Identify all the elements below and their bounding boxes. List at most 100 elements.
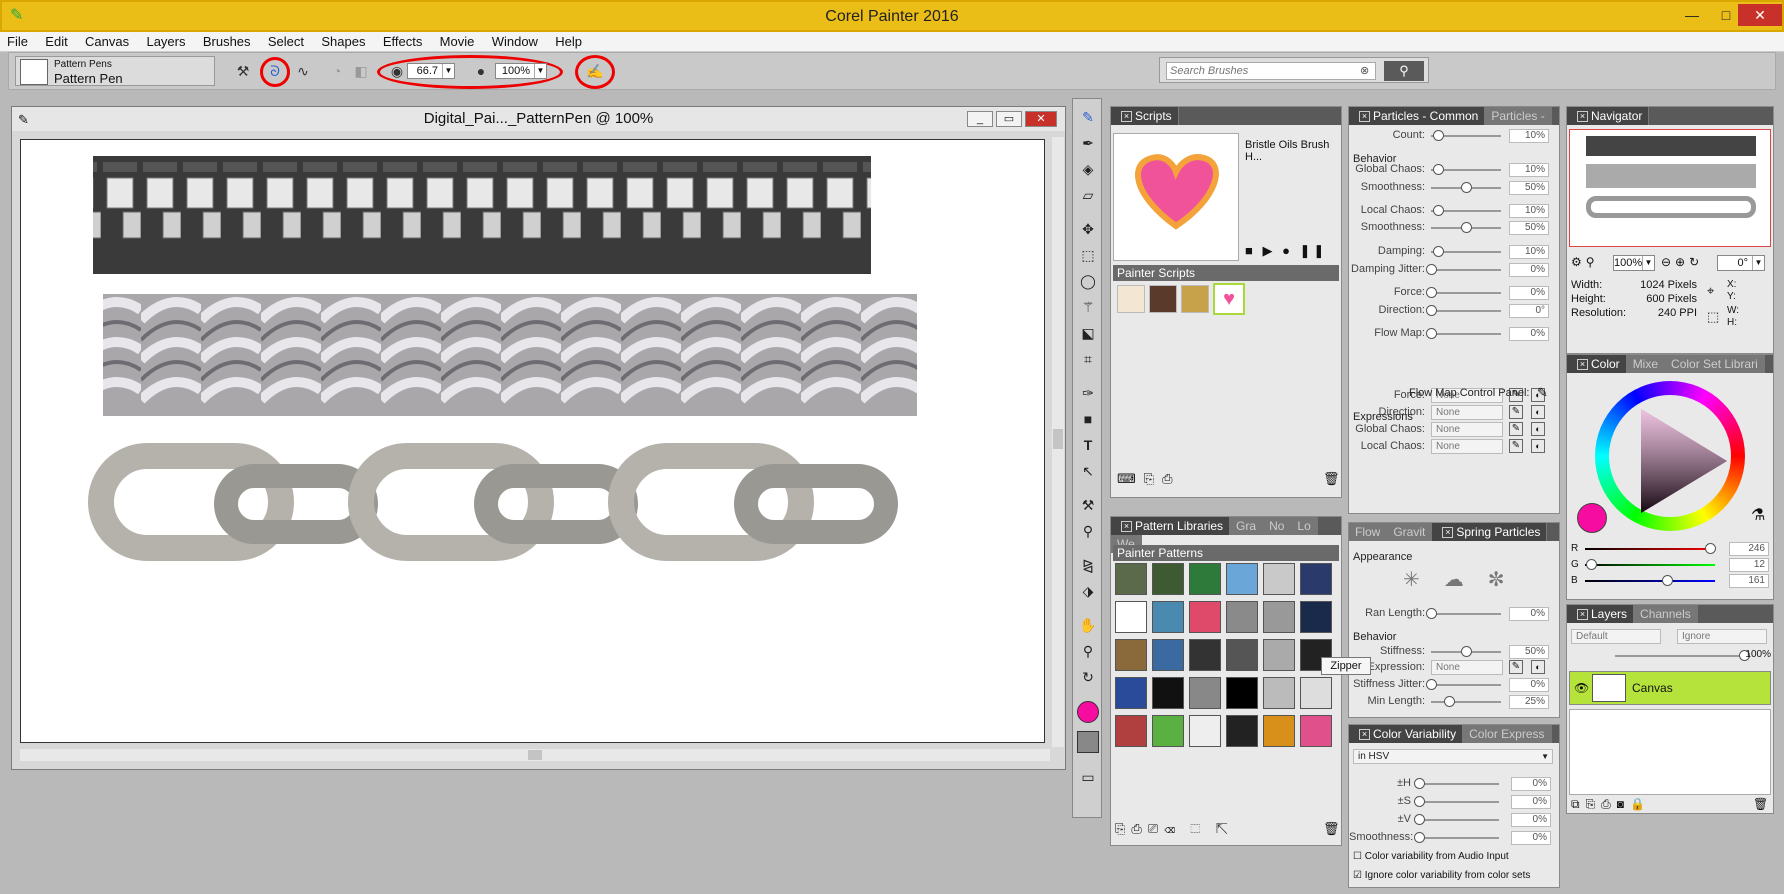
smoothness2-knob[interactable] (1461, 222, 1472, 233)
navigator-preview[interactable] (1569, 129, 1771, 247)
tab-color-variability[interactable]: Color Variability (1373, 727, 1456, 741)
menu-layers[interactable]: Layers (139, 32, 192, 49)
close-icon[interactable]: × (1359, 111, 1370, 123)
layer-adjuster-icon[interactable]: ✥ (1078, 219, 1098, 239)
pattern-swatch[interactable] (1115, 715, 1147, 747)
appearance-icons[interactable]: ✳☁✼ (1403, 567, 1529, 592)
chevron-down-icon[interactable]: ▼ (442, 64, 454, 78)
screen-mode-icon[interactable]: ▭ (1078, 767, 1098, 787)
damping-jitter-value[interactable]: 0% (1509, 263, 1549, 277)
g-value[interactable]: 12 (1729, 558, 1769, 572)
r-value[interactable]: 246 (1729, 542, 1769, 556)
damping-jitter-knob[interactable] (1426, 264, 1437, 275)
close-icon[interactable]: × (1577, 111, 1588, 123)
ignore-color-sets-checkbox[interactable]: ☑ Ignore color variability from color se… (1353, 870, 1530, 881)
min-length-slider[interactable] (1431, 701, 1501, 703)
horizontal-scrollbar[interactable] (20, 749, 1050, 761)
force-knob[interactable] (1426, 287, 1437, 298)
close-icon[interactable]: × (1121, 521, 1132, 533)
cv-smoothness-knob[interactable] (1414, 832, 1425, 843)
tab-spring-particles[interactable]: Spring Particles (1456, 525, 1540, 539)
close-icon[interactable]: × (1577, 609, 1588, 621)
tab-flow[interactable]: Flow (1349, 523, 1388, 541)
kaleidoscope-icon[interactable]: ⬗ (1078, 581, 1098, 601)
pattern-swatch[interactable] (1226, 639, 1258, 671)
flow-map-knob[interactable] (1426, 328, 1437, 339)
stroke-s-icon[interactable]: ∿ (293, 61, 313, 81)
layer-actions[interactable]: ⧉⎘⎙◙🔒 (1571, 797, 1651, 812)
force-slider[interactable] (1431, 292, 1501, 294)
stamp-icon[interactable]: ⚲ (1078, 521, 1098, 541)
vertical-scrollbar[interactable] (1052, 137, 1064, 747)
zoom-field[interactable]: 100% ▼ (1613, 255, 1655, 271)
hsv-mode-select[interactable]: in HSV ▼ (1353, 749, 1553, 764)
rotate-page-icon[interactable]: ↻ (1078, 667, 1098, 687)
min-length-value[interactable]: 25% (1509, 695, 1549, 709)
tab-mixer[interactable]: Mixe (1626, 355, 1666, 373)
tab-color-expression[interactable]: Color Express (1463, 725, 1552, 743)
reset-tool-icon[interactable]: ⚒ (233, 61, 253, 81)
tab-particles[interactable]: Particles - (1485, 107, 1552, 125)
pattern-swatch[interactable] (1300, 715, 1332, 747)
tab-color-set-libraries[interactable]: Color Set Librari (1665, 355, 1765, 373)
pattern-swatch[interactable] (1263, 677, 1295, 709)
smoothness2-value[interactable]: 50% (1509, 221, 1549, 235)
stiffness-value[interactable]: 50% (1509, 645, 1549, 659)
pattern-swatch[interactable] (1189, 601, 1221, 633)
tab-nozzles[interactable]: No (1263, 517, 1292, 535)
close-button[interactable]: ✕ (1738, 4, 1782, 26)
doc-minimize-button[interactable]: _ (967, 111, 993, 127)
tab-looks[interactable]: Lo (1291, 517, 1318, 535)
chevron-down-icon[interactable]: ▼ (1642, 256, 1654, 270)
damping-knob[interactable] (1433, 246, 1444, 257)
cv-smoothness-slider[interactable] (1419, 837, 1499, 839)
force-value[interactable]: 0% (1509, 286, 1549, 300)
r-knob[interactable] (1705, 543, 1717, 554)
trash-icon[interactable]: 🗑 (1323, 471, 1340, 487)
g-knob[interactable] (1586, 559, 1598, 570)
expression-select[interactable]: None (1431, 439, 1503, 454)
menu-effects[interactable]: Effects (376, 32, 430, 49)
chevron-down-icon[interactable]: ▼ (534, 64, 546, 78)
r-slider[interactable] (1585, 548, 1715, 550)
global-chaos-value[interactable]: 10% (1509, 163, 1549, 177)
invert-icon[interactable]: ◐ (1531, 405, 1545, 419)
selection-arrow-icon[interactable]: ↖ (1078, 461, 1098, 481)
magic-wand-icon[interactable]: ⚚ (1078, 297, 1098, 317)
expression-select[interactable]: None (1431, 405, 1503, 420)
pattern-swatch[interactable] (1226, 715, 1258, 747)
zoom-buttons[interactable]: ⊖⊕↻ (1661, 255, 1703, 269)
pattern-mode-icon[interactable]: ◔ (327, 61, 347, 81)
direction-slider[interactable] (1431, 310, 1501, 312)
stiffness-jitter-value[interactable]: 0% (1509, 678, 1549, 692)
paper-swatch[interactable] (1077, 731, 1099, 753)
magnifier-icon[interactable]: ⚲ (1078, 641, 1098, 661)
pattern-swatch[interactable] (1115, 639, 1147, 671)
pattern-swatch[interactable] (1263, 715, 1295, 747)
tab-gradients[interactable]: Gra (1230, 517, 1264, 535)
cv-h-slider[interactable] (1419, 783, 1499, 785)
minimize-button[interactable]: — (1674, 4, 1710, 26)
eye-icon[interactable]: 👁 (1574, 681, 1589, 695)
doc-close-button[interactable]: ✕ (1025, 111, 1057, 127)
pattern-swatch[interactable] (1300, 601, 1332, 633)
damping-jitter-slider[interactable] (1431, 269, 1501, 271)
cv-s-value[interactable]: 0% (1511, 795, 1551, 809)
close-icon[interactable]: × (1359, 729, 1370, 741)
count-value[interactable]: 10% (1509, 129, 1549, 143)
count-knob[interactable] (1433, 130, 1444, 141)
cv-v-value[interactable]: 0% (1511, 813, 1551, 827)
tab-layers[interactable]: Layers (1591, 607, 1627, 621)
pattern-swatch[interactable] (1152, 563, 1184, 595)
tab-scripts[interactable]: Scripts (1135, 109, 1172, 123)
g-slider[interactable] (1585, 564, 1715, 566)
stylus-icon[interactable]: ✎ (1509, 660, 1523, 674)
pattern-swatch[interactable] (1300, 563, 1332, 595)
layer-opacity-slider[interactable] (1615, 655, 1745, 657)
local-chaos-value[interactable]: 10% (1509, 204, 1549, 218)
local-chaos-knob[interactable] (1433, 205, 1444, 216)
direction-knob[interactable] (1426, 305, 1437, 316)
cv-h-value[interactable]: 0% (1511, 777, 1551, 791)
menu-brushes[interactable]: Brushes (196, 32, 258, 49)
eyedropper-icon[interactable]: ⚗ (1751, 505, 1765, 525)
